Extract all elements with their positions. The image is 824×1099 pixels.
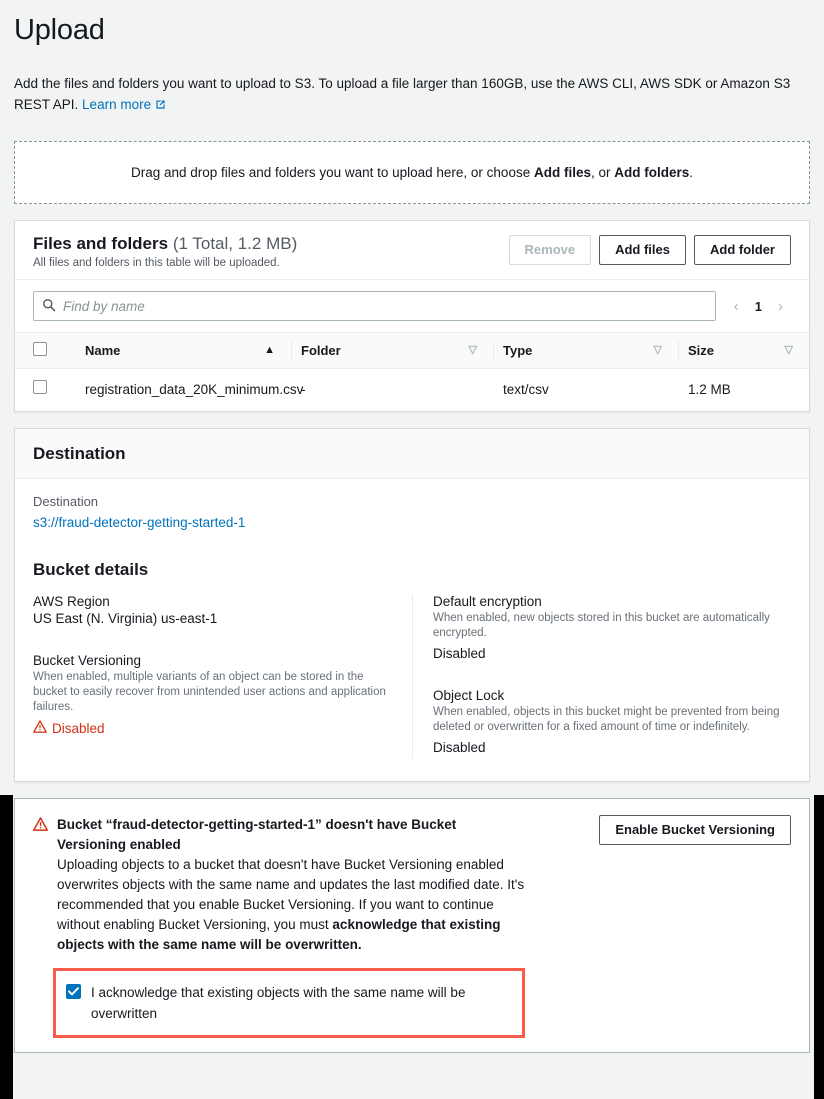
- drop-zone-text-after: .: [689, 165, 694, 180]
- drop-zone-text-before: Drag and drop files and folders you want…: [130, 165, 534, 180]
- sort-none-icon-size: ▽: [784, 344, 793, 356]
- column-header-name-label: Name: [85, 343, 121, 358]
- field-default-encryption: Default encryption When enabled, new obj…: [433, 594, 791, 661]
- select-all-header: [15, 332, 75, 369]
- pagination-page-1[interactable]: 1: [751, 297, 766, 316]
- acknowledge-label[interactable]: I acknowledge that existing objects with…: [91, 982, 510, 1024]
- versioning-alert-body: Uploading objects to a bucket that doesn…: [57, 855, 527, 955]
- column-header-folder-label: Folder: [301, 343, 341, 358]
- files-panel-count: (1 Total, 1.2 MB): [172, 234, 298, 253]
- drop-zone-add-files[interactable]: Add files: [534, 165, 591, 180]
- files-panel-actions: Remove Add files Add folder: [508, 233, 791, 265]
- select-all-checkbox[interactable]: [33, 342, 47, 356]
- field-object-lock-desc: When enabled, objects in this bucket mig…: [433, 706, 780, 733]
- row-folder-cell: -: [291, 368, 493, 411]
- row-select-cell: [15, 368, 75, 411]
- learn-more-link[interactable]: Learn more: [82, 97, 151, 112]
- page-title: Upload: [14, 14, 105, 46]
- acknowledge-highlight-box: I acknowledge that existing objects with…: [53, 968, 525, 1038]
- upload-page: Upload Add the files and folders you wan…: [0, 0, 824, 1099]
- sort-none-icon-type: ▽: [653, 344, 662, 356]
- files-panel-subtitle: All files and folders in this table will…: [33, 257, 280, 269]
- column-header-size[interactable]: Size ▽: [678, 332, 809, 369]
- field-bucket-versioning: Bucket Versioning When enabled, multiple…: [33, 653, 394, 736]
- external-link-icon: [154, 96, 167, 117]
- versioning-alert-content: Bucket “fraud-detector-getting-started-1…: [57, 815, 527, 955]
- destination-header: Destination: [15, 429, 809, 479]
- column-header-name[interactable]: Name ▲: [75, 332, 291, 369]
- pagination-next-icon[interactable]: ›: [772, 297, 789, 316]
- field-aws-region-value: US East (N. Virginia) us-east-1: [33, 611, 218, 626]
- files-panel-title: Files and folders (1 Total, 1.2 MB): [33, 233, 297, 255]
- search-box[interactable]: [33, 291, 716, 321]
- column-header-type-label: Type: [503, 343, 533, 358]
- versioning-alert-wrap: Bucket “fraud-detector-getting-started-1…: [0, 798, 824, 1067]
- page-header: Upload Add the files and folders you wan…: [0, 0, 824, 117]
- sort-ascending-icon: ▲: [264, 344, 275, 356]
- field-object-lock-title: Object Lock: [433, 688, 505, 703]
- field-default-encryption-title: Default encryption: [433, 594, 542, 609]
- files-panel-title-text: Files and folders: [33, 234, 169, 253]
- files-table: Name ▲ Folder ▽ Type ▽ Size ▽ registrati…: [15, 332, 809, 411]
- table-header-row: Name ▲ Folder ▽ Type ▽ Size ▽: [15, 332, 809, 369]
- field-bucket-versioning-title: Bucket Versioning: [33, 653, 142, 668]
- row-name-cell: registration_data_20K_minimum.csv: [75, 368, 303, 411]
- page-description: Add the files and folders you want to up…: [14, 73, 810, 117]
- field-default-encryption-value: Disabled: [433, 646, 486, 661]
- row-type-cell: text/csv: [493, 368, 678, 411]
- sort-none-icon-folder: ▽: [468, 344, 477, 356]
- files-and-folders-panel: Files and folders (1 Total, 1.2 MB) All …: [14, 220, 810, 412]
- column-header-size-label: Size: [688, 343, 715, 358]
- row-size-cell: 1.2 MB: [678, 368, 809, 411]
- files-table-body: registration_data_20K_minimum.csv - text…: [15, 368, 809, 411]
- destination-section-title: Destination: [33, 444, 126, 463]
- versioning-alert: Bucket “fraud-detector-getting-started-1…: [14, 798, 810, 1053]
- field-aws-region: AWS Region US East (N. Virginia) us-east…: [33, 594, 394, 626]
- acknowledge-checkbox[interactable]: [66, 984, 81, 999]
- versioning-alert-title: Bucket “fraud-detector-getting-started-1…: [57, 817, 457, 852]
- field-object-lock: Object Lock When enabled, objects in thi…: [433, 688, 791, 755]
- destination-panel: Destination Destination s3://fraud-detec…: [14, 428, 810, 782]
- field-aws-region-title: AWS Region: [33, 594, 110, 609]
- bucket-details-grid: AWS Region US East (N. Virginia) us-east…: [33, 594, 791, 773]
- field-object-lock-value: Disabled: [433, 740, 486, 755]
- pagination-prev-icon[interactable]: ‹: [728, 297, 745, 316]
- learn-more-label: Learn more: [82, 97, 152, 112]
- table-row[interactable]: registration_data_20K_minimum.csv - text…: [15, 368, 809, 411]
- bucket-details-title: Bucket details: [33, 560, 149, 579]
- add-files-button[interactable]: Add files: [599, 235, 686, 265]
- versioning-alert-action: Enable Bucket Versioning: [579, 815, 791, 845]
- files-table-head: Name ▲ Folder ▽ Type ▽ Size ▽: [15, 332, 809, 369]
- field-bucket-versioning-value-text: Disabled: [52, 720, 105, 736]
- bucket-details-right-column: Default encryption When enabled, new obj…: [412, 594, 791, 759]
- bucket-details-left-column: AWS Region US East (N. Virginia) us-east…: [33, 594, 412, 759]
- row-checkbox[interactable]: [33, 380, 47, 394]
- destination-path-link[interactable]: s3://fraud-detector-getting-started-1: [33, 515, 245, 530]
- drop-zone[interactable]: Drag and drop files and folders you want…: [14, 141, 810, 204]
- field-bucket-versioning-desc: When enabled, multiple variants of an ob…: [33, 671, 386, 713]
- warning-triangle-icon-versioning: [33, 720, 47, 736]
- field-bucket-versioning-value: Disabled: [33, 720, 394, 736]
- column-header-folder[interactable]: Folder ▽: [291, 332, 493, 369]
- files-panel-header: Files and folders (1 Total, 1.2 MB) All …: [15, 221, 809, 280]
- field-default-encryption-desc: When enabled, new objects stored in this…: [433, 612, 770, 639]
- files-panel-heading-block: Files and folders (1 Total, 1.2 MB) All …: [33, 233, 297, 269]
- versioning-alert-top: Bucket “fraud-detector-getting-started-1…: [33, 815, 791, 955]
- destination-body: Destination s3://fraud-detector-getting-…: [15, 479, 809, 781]
- drop-zone-add-folders[interactable]: Add folders: [614, 165, 689, 180]
- files-filter-row: ‹ 1 ›: [15, 280, 809, 332]
- search-input[interactable]: [63, 298, 707, 314]
- enable-bucket-versioning-button[interactable]: Enable Bucket Versioning: [599, 815, 791, 845]
- destination-label: Destination: [33, 494, 99, 509]
- remove-button[interactable]: Remove: [508, 235, 592, 265]
- pagination: ‹ 1 ›: [728, 297, 791, 316]
- search-icon: [42, 298, 63, 315]
- drop-zone-text-middle: , or: [590, 165, 615, 180]
- add-folder-button[interactable]: Add folder: [694, 235, 791, 265]
- warning-triangle-icon: [33, 817, 48, 834]
- column-header-type[interactable]: Type ▽: [493, 332, 678, 369]
